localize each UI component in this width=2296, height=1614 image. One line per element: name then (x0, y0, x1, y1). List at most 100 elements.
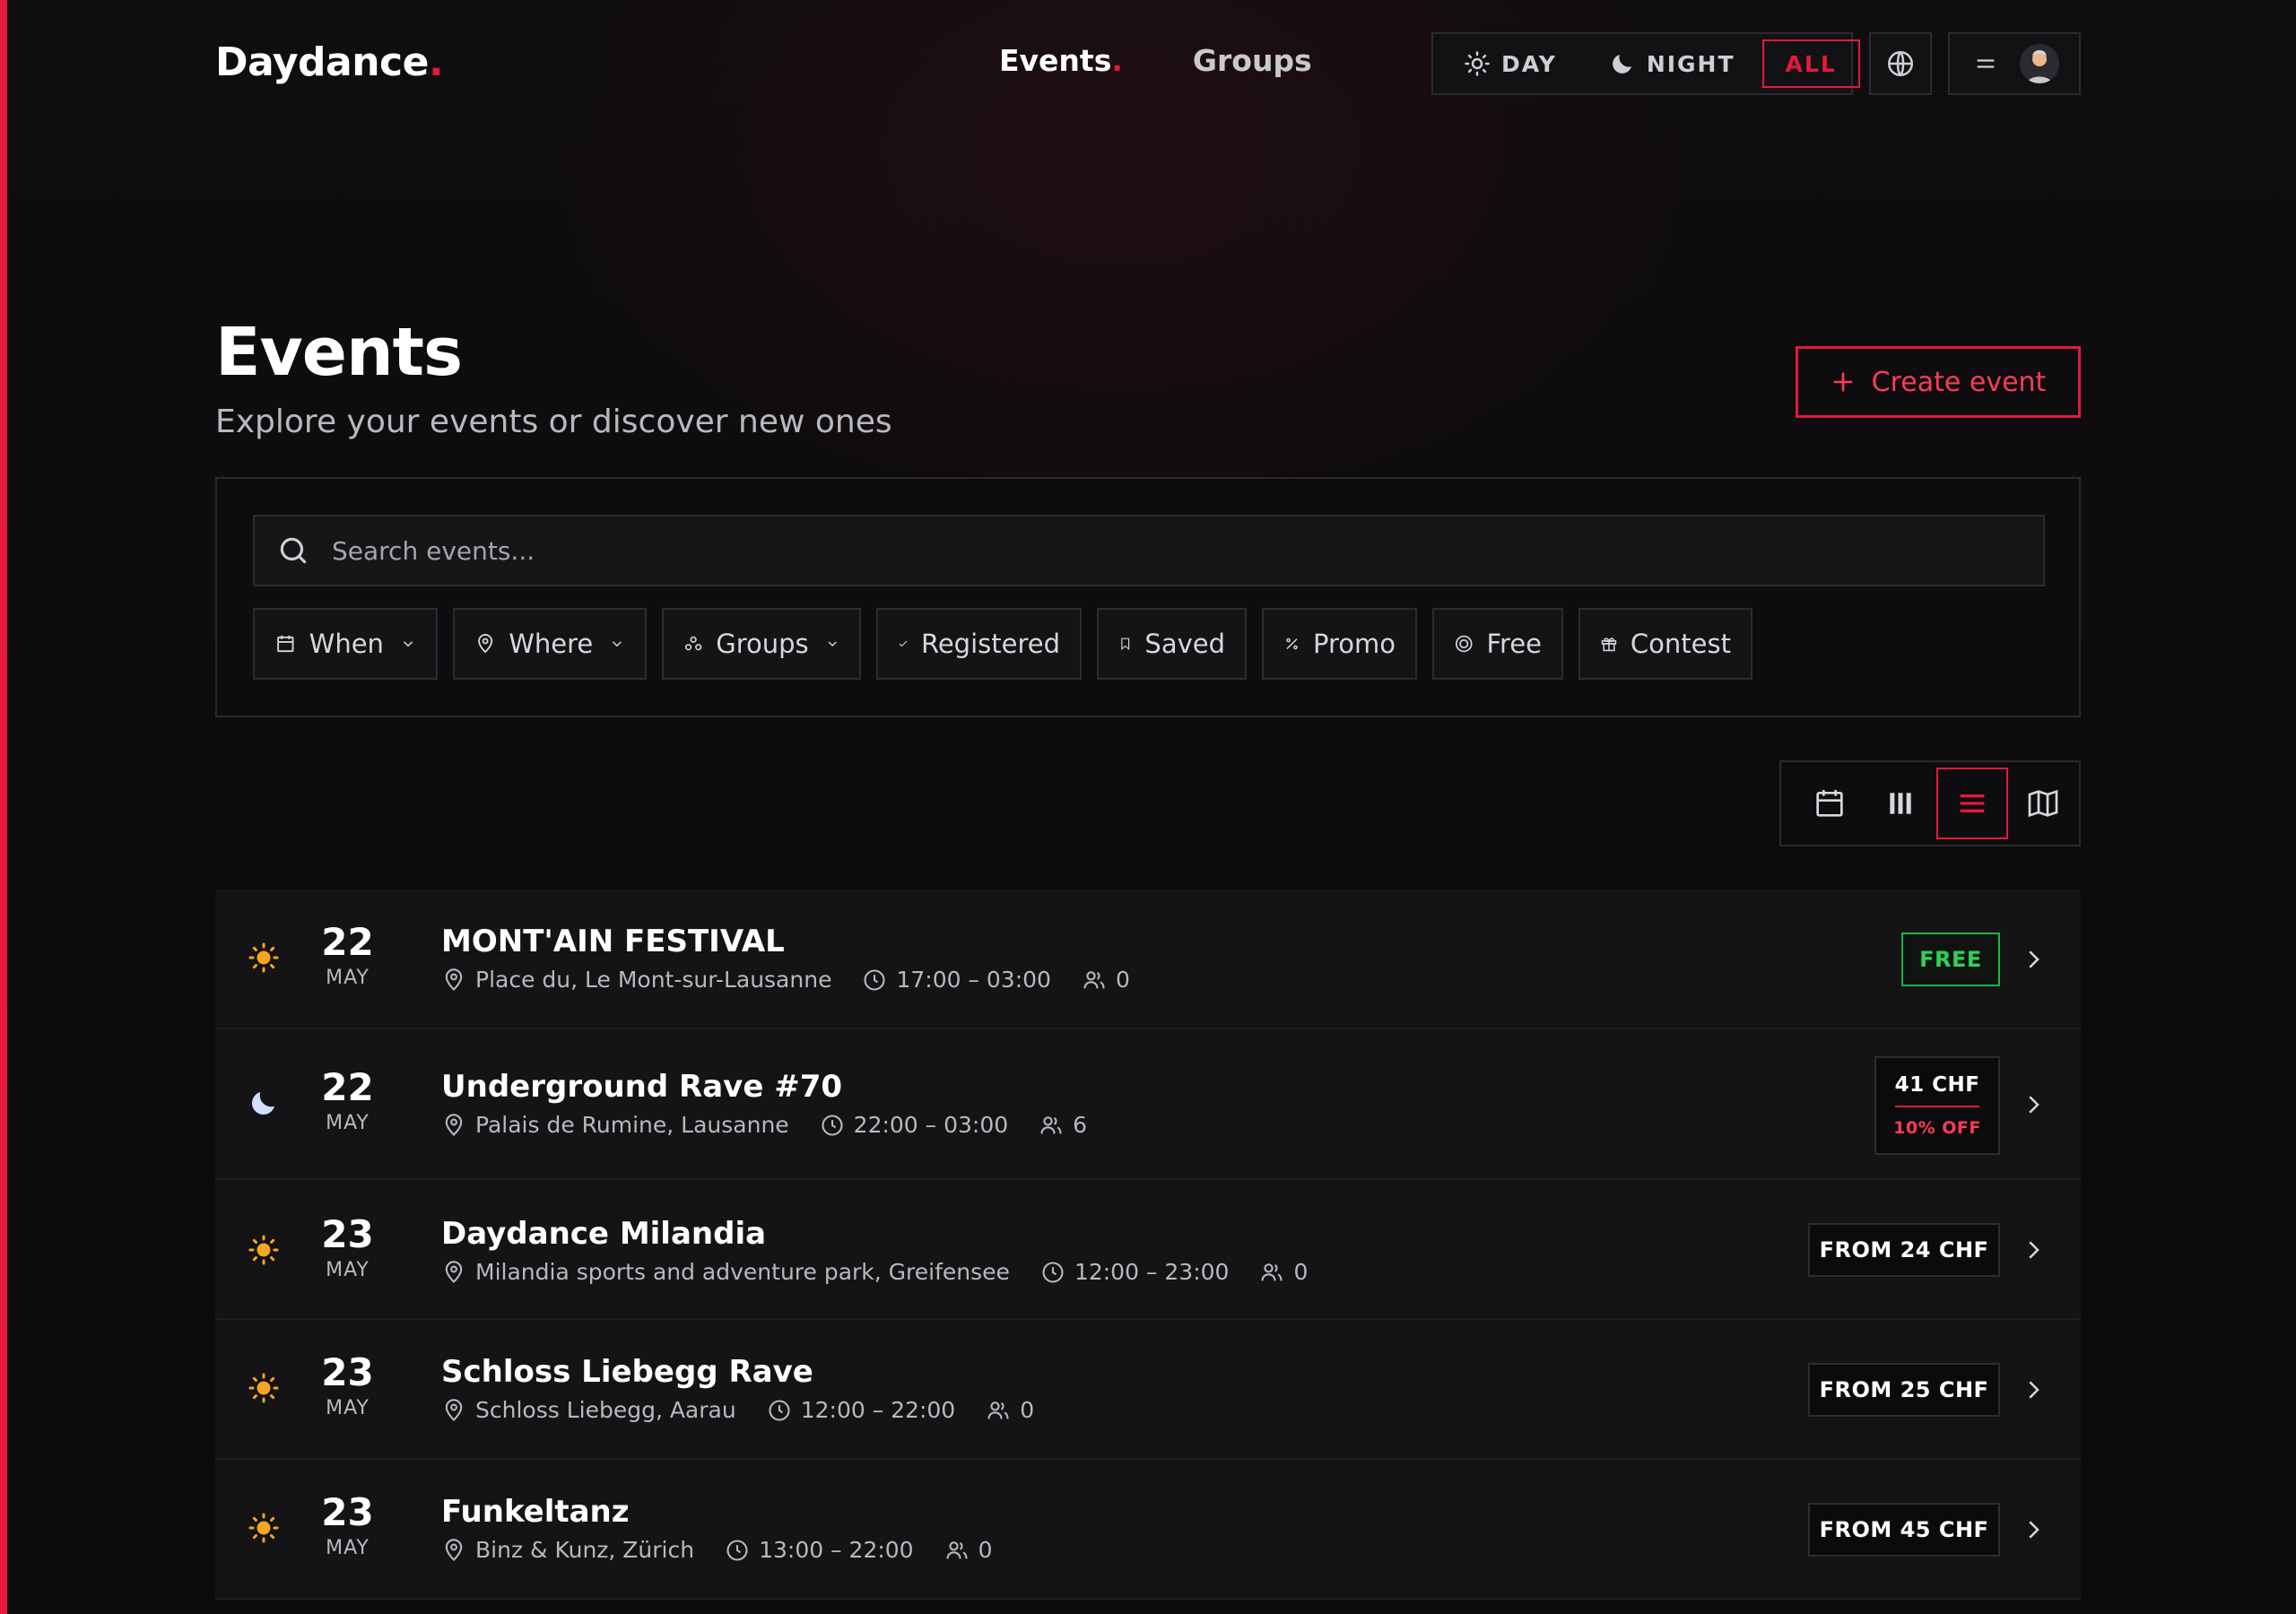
mode-day-button[interactable]: DAY (1444, 39, 1577, 88)
logo-dot: . (428, 39, 444, 85)
filter-where-label: Where (509, 629, 594, 659)
sun-icon (248, 1512, 280, 1544)
event-title[interactable]: Schloss Liebegg Rave (441, 1354, 813, 1390)
columns-icon (1890, 793, 1911, 814)
price-badge: FROM 45 CHF (1808, 1503, 2000, 1557)
sun-icon (1465, 51, 1490, 76)
search-icon (280, 537, 307, 564)
event-month: MAY (326, 967, 370, 989)
event-row[interactable]: 23 MAY Schloss Liebegg Rave Schloss Lieb… (215, 1320, 2081, 1460)
filter-free[interactable]: Free (1432, 608, 1563, 680)
location-pin-icon (445, 1260, 463, 1283)
columns-view-button[interactable] (1866, 768, 1937, 839)
event-row[interactable]: 22 MAY MONT'AIN FESTIVAL Place du, Le Mo… (215, 889, 2081, 1029)
map-view-button[interactable] (2008, 768, 2080, 839)
check-icon (899, 640, 908, 647)
location-pin-icon (445, 1398, 463, 1421)
user-avatar-icon (2020, 44, 2059, 83)
page-subtitle: Explore your events or discover new ones (215, 404, 892, 440)
event-title[interactable]: Funkeltanz (441, 1494, 630, 1530)
language-button[interactable] (1869, 32, 1932, 95)
free-circle-icon (1455, 635, 1473, 653)
mode-all-button[interactable]: ALL (1761, 39, 1860, 88)
map-icon (2028, 789, 2058, 818)
clock-icon (1042, 1261, 1064, 1283)
bookmark-icon (1121, 638, 1130, 651)
attendees-icon (946, 1540, 968, 1558)
logo[interactable]: Daydance. (215, 39, 444, 85)
event-title[interactable]: Daydance Milandia (441, 1216, 766, 1252)
mode-night-button[interactable]: NIGHT (1589, 39, 1755, 88)
filter-when[interactable]: When (253, 608, 438, 680)
event-attendees: 0 (1293, 1259, 1309, 1285)
attendees-icon (1261, 1263, 1283, 1280)
filter-groups[interactable]: Groups (662, 608, 861, 680)
price-discount-badge: 41 CHF 10% OFF (1874, 1056, 2000, 1155)
filter-contest[interactable]: Contest (1578, 608, 1752, 680)
price-badge: FROM 25 CHF (1808, 1363, 2000, 1417)
attendees-icon (987, 1401, 1009, 1419)
event-row[interactable]: 22 MAY Underground Rave #70 Palais de Ru… (215, 1029, 2081, 1180)
event-location: Schloss Liebegg, Aarau (475, 1397, 736, 1423)
gift-icon (1601, 638, 1617, 652)
event-month: MAY (326, 1259, 370, 1281)
calendar-view-button[interactable] (1794, 768, 1866, 839)
discount-label: 10% OFF (1893, 1118, 1981, 1138)
filter-panel: When Where Groups Registered Saved Promo (215, 477, 2081, 717)
event-month: MAY (326, 1397, 370, 1419)
globe-icon (1887, 50, 1914, 77)
filter-registered[interactable]: Registered (876, 608, 1082, 680)
moon-icon (248, 1087, 280, 1119)
event-meta: Milandia sports and adventure park, Grei… (441, 1259, 1308, 1285)
event-title[interactable]: MONT'AIN FESTIVAL (441, 924, 785, 959)
event-meta: Place du, Le Mont-sur-Lausanne 17:00 – 0… (441, 967, 1130, 993)
filter-groups-label: Groups (716, 629, 809, 659)
chevron-right-icon (2029, 1521, 2039, 1539)
chevron-down-icon (828, 641, 837, 647)
search-input[interactable] (330, 534, 1948, 567)
attendees-icon (1040, 1115, 1062, 1133)
event-meta: Schloss Liebegg, Aarau 12:00 – 22:00 0 (441, 1397, 1034, 1423)
attendees-icon (1083, 970, 1105, 988)
location-pin-icon (478, 634, 493, 654)
plus-icon (1833, 372, 1853, 392)
event-time: 12:00 – 22:00 (800, 1397, 956, 1423)
hamburger-icon (1977, 59, 1995, 68)
event-month: MAY (326, 1112, 370, 1134)
sun-icon (248, 1372, 280, 1404)
event-attendees: 6 (1073, 1112, 1088, 1138)
event-time: 22:00 – 03:00 (853, 1112, 1009, 1138)
avatar (2020, 44, 2059, 83)
filter-where[interactable]: Where (453, 608, 647, 680)
nav-groups[interactable]: Groups (1193, 43, 1312, 78)
logo-text: Daydance (215, 39, 429, 85)
create-event-button[interactable]: Create event (1796, 346, 2081, 418)
event-day: 22 (321, 1065, 374, 1109)
user-menu-button[interactable] (1948, 32, 2081, 95)
filter-contest-label: Contest (1630, 629, 1731, 659)
list-view-button[interactable] (1936, 768, 2008, 839)
list-icon (1960, 794, 1985, 812)
nav-events[interactable]: Events. (999, 43, 1123, 78)
create-event-label: Create event (1871, 366, 2047, 398)
event-row[interactable]: 23 MAY Daydance Milandia Milandia sports… (215, 1180, 2081, 1320)
chevron-down-icon (403, 641, 413, 647)
filter-saved-label: Saved (1144, 629, 1225, 659)
filter-saved[interactable]: Saved (1097, 608, 1247, 680)
event-title[interactable]: Underground Rave #70 (441, 1069, 842, 1105)
moon-icon (1612, 55, 1631, 74)
event-row[interactable]: 23 MAY Funkeltanz Binz & Kunz, Zürich 13… (215, 1460, 2081, 1600)
chevron-down-icon (613, 641, 622, 647)
accent-edge-bar (0, 0, 7, 1614)
event-time: 13:00 – 22:00 (759, 1537, 914, 1563)
nav-events-label: Events (999, 43, 1112, 78)
day-night-toggle: DAY NIGHT ALL (1431, 32, 1860, 95)
event-day: 23 (321, 1490, 374, 1534)
location-pin-icon (445, 1113, 463, 1136)
chevron-right-icon (2029, 1381, 2039, 1399)
calendar-icon (1816, 790, 1843, 817)
price-badge: FROM 24 CHF (1808, 1223, 2000, 1277)
sun-icon (248, 1234, 280, 1266)
event-location: Binz & Kunz, Zürich (475, 1537, 695, 1563)
filter-promo[interactable]: Promo (1262, 608, 1417, 680)
